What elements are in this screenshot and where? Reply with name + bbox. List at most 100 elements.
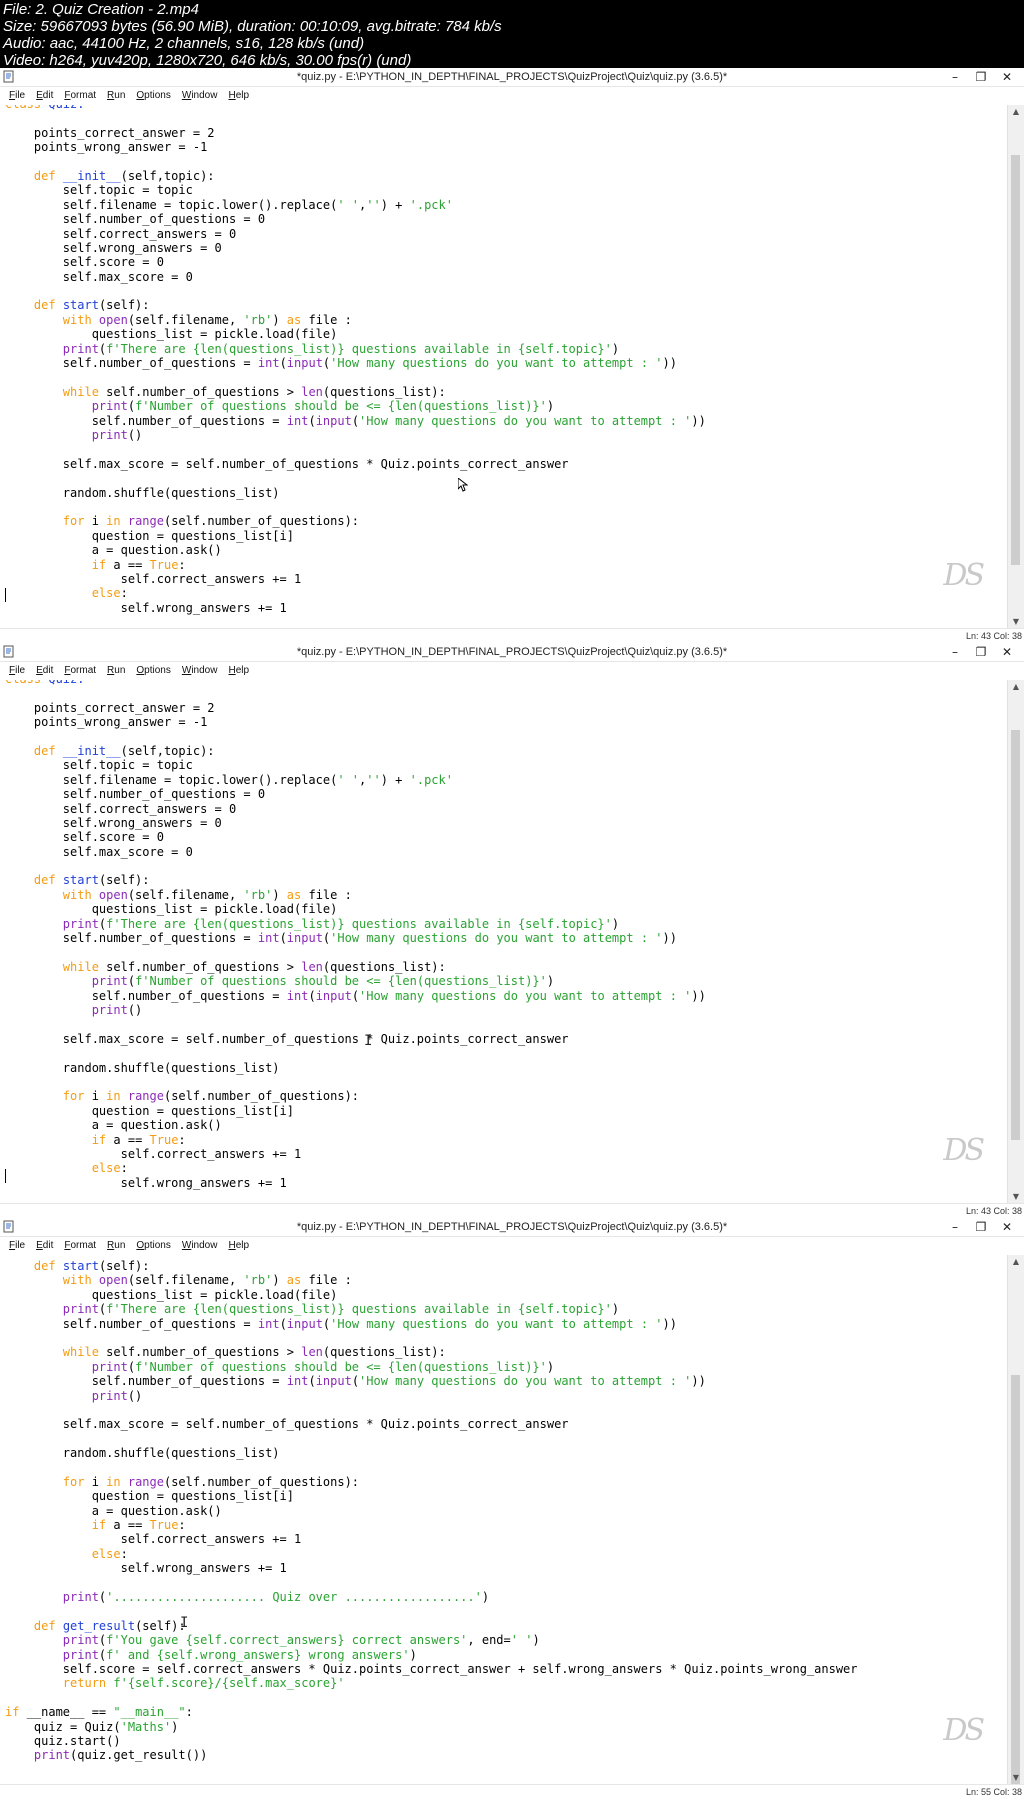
maximize-button[interactable]: ❐	[968, 644, 994, 660]
menu-edit[interactable]: Edit	[34, 1237, 55, 1255]
code-line: random.shuffle(questions_list)	[5, 486, 706, 500]
scroll-up-arrow-icon[interactable]: ▲	[1008, 105, 1024, 119]
code-token: f'Number of questions should be <= {len(…	[135, 399, 547, 414]
code-token: 'rb'	[243, 887, 273, 902]
code-line: self.wrong_answers += 1	[5, 1176, 706, 1190]
menu-window[interactable]: Window	[180, 1237, 220, 1255]
code-token: self.max_score = self.number_of_question…	[5, 1031, 569, 1046]
maximize-button[interactable]: ❐	[968, 1219, 994, 1235]
menu-edit[interactable]: Edit	[34, 87, 55, 105]
code-line: print(f'You gave {self.correct_answers} …	[5, 1633, 858, 1647]
code-line: question = questions_list[i]	[5, 1489, 858, 1503]
code-token: questions_list = pickle.load(file)	[5, 1287, 338, 1302]
menu-run[interactable]: Run	[105, 87, 127, 105]
menu-format[interactable]: Format	[62, 662, 98, 680]
code-line: def __init__(self,topic):	[5, 744, 706, 758]
menu-help[interactable]: Help	[226, 87, 251, 105]
code-token: self.number_of_questions =	[5, 1316, 258, 1331]
vertical-scrollbar[interactable]: ▲ ▼	[1007, 105, 1024, 629]
menu-format[interactable]: Format	[62, 1237, 98, 1255]
close-button[interactable]: ✕	[994, 1219, 1020, 1235]
code-line: def get_result(self):	[5, 1619, 858, 1633]
mouse-pointer-icon	[457, 476, 469, 492]
code-token: int	[257, 931, 280, 946]
menu-help[interactable]: Help	[226, 662, 251, 680]
code-token: '.pck'	[409, 197, 453, 212]
code-token: int	[286, 988, 309, 1003]
code-token: print	[91, 1002, 128, 1017]
close-button[interactable]: ✕	[994, 69, 1020, 85]
text-caret	[5, 588, 6, 602]
menu-options[interactable]: Options	[134, 87, 172, 105]
code-token: self.wrong_answers += 1	[5, 1175, 287, 1190]
code-token: 'How many questions do you want to attem…	[330, 1316, 663, 1331]
code-token: int	[257, 356, 280, 371]
scroll-up-arrow-icon[interactable]: ▲	[1008, 1255, 1024, 1269]
scroll-up-arrow-icon[interactable]: ▲	[1008, 680, 1024, 694]
menu-file[interactable]: File	[7, 1237, 27, 1255]
status-bar: Ln: 43 Col: 38	[0, 628, 1024, 643]
code-token: ' '	[337, 197, 360, 212]
menu-file[interactable]: File	[7, 87, 27, 105]
code-token: f'You gave {self.correct_answers} correc…	[106, 1633, 468, 1648]
code-line: questions_list = pickle.load(file)	[5, 902, 706, 916]
code-line: print()	[5, 1003, 706, 1017]
code-token: '.pck'	[409, 772, 453, 787]
minimize-button[interactable]: –	[942, 69, 968, 85]
code-token: (	[351, 988, 360, 1003]
menu-help[interactable]: Help	[226, 1237, 251, 1255]
code-line: quiz = Quiz('Maths')	[5, 1720, 858, 1734]
menu-edit[interactable]: Edit	[34, 662, 55, 680]
code-editor[interactable]: class Quiz: points_correct_answer = 2 po…	[0, 105, 1008, 629]
code-token: int	[286, 413, 309, 428]
minimize-button[interactable]: –	[942, 644, 968, 660]
scrollbar-thumb[interactable]	[1011, 1375, 1020, 1795]
code-token: '..................... Quiz over .......…	[106, 1589, 482, 1604]
code-token: :	[185, 1705, 193, 1720]
menu-window[interactable]: Window	[180, 87, 220, 105]
code-token: f'{self.score}/{self.max_score}'	[113, 1676, 345, 1691]
menu-run[interactable]: Run	[105, 662, 127, 680]
menu-file[interactable]: File	[7, 662, 27, 680]
code-token: len	[301, 1345, 323, 1360]
scrollbar-thumb[interactable]	[1011, 155, 1020, 565]
code-line: a = question.ask()	[5, 1118, 706, 1132]
code-line: with open(self.filename, 'rb') as file :	[5, 313, 706, 327]
code-token: print	[33, 1748, 71, 1763]
code-token: )	[272, 312, 287, 327]
code-line: else:	[5, 586, 706, 600]
scroll-down-arrow-icon[interactable]: ▼	[1008, 1190, 1024, 1204]
code-token: (self.number_of_questions):	[163, 1474, 360, 1489]
code-editor[interactable]: class Quiz: points_correct_answer = 2 po…	[0, 680, 1008, 1204]
code-line: if a == True:	[5, 1518, 858, 1532]
code-line: self.number_of_questions = int(input('Ho…	[5, 989, 706, 1003]
menu-run[interactable]: Run	[105, 1237, 127, 1255]
scroll-down-arrow-icon[interactable]: ▼	[1008, 615, 1024, 629]
menu-format[interactable]: Format	[62, 87, 98, 105]
code-editor[interactable]: def start(self): with open(self.filename…	[0, 1255, 1008, 1785]
vertical-scrollbar[interactable]: ▲ ▼	[1007, 680, 1024, 1204]
code-token: (	[279, 931, 287, 946]
maximize-icon: ❐	[975, 645, 987, 659]
maximize-button[interactable]: ❐	[968, 69, 994, 85]
vertical-scrollbar[interactable]: ▲ ▼	[1007, 1255, 1024, 1795]
code-line: self.filename = topic.lower().replace(' …	[5, 773, 706, 787]
close-button[interactable]: ✕	[994, 644, 1020, 660]
scrollbar-thumb[interactable]	[1011, 730, 1020, 1140]
audio-info-line: Audio: aac, 44100 Hz, 2 channels, s16, 1…	[3, 35, 365, 52]
menu-options[interactable]: Options	[134, 1237, 172, 1255]
code-line: random.shuffle(questions_list)	[5, 1446, 858, 1460]
code-token: 'How many questions do you want to attem…	[330, 931, 663, 946]
code-token: print	[62, 916, 99, 931]
menu-window[interactable]: Window	[180, 662, 220, 680]
menu-options[interactable]: Options	[134, 662, 172, 680]
scroll-down-arrow-icon[interactable]: ▼	[1008, 1771, 1024, 1785]
minimize-button[interactable]: –	[942, 1219, 968, 1235]
